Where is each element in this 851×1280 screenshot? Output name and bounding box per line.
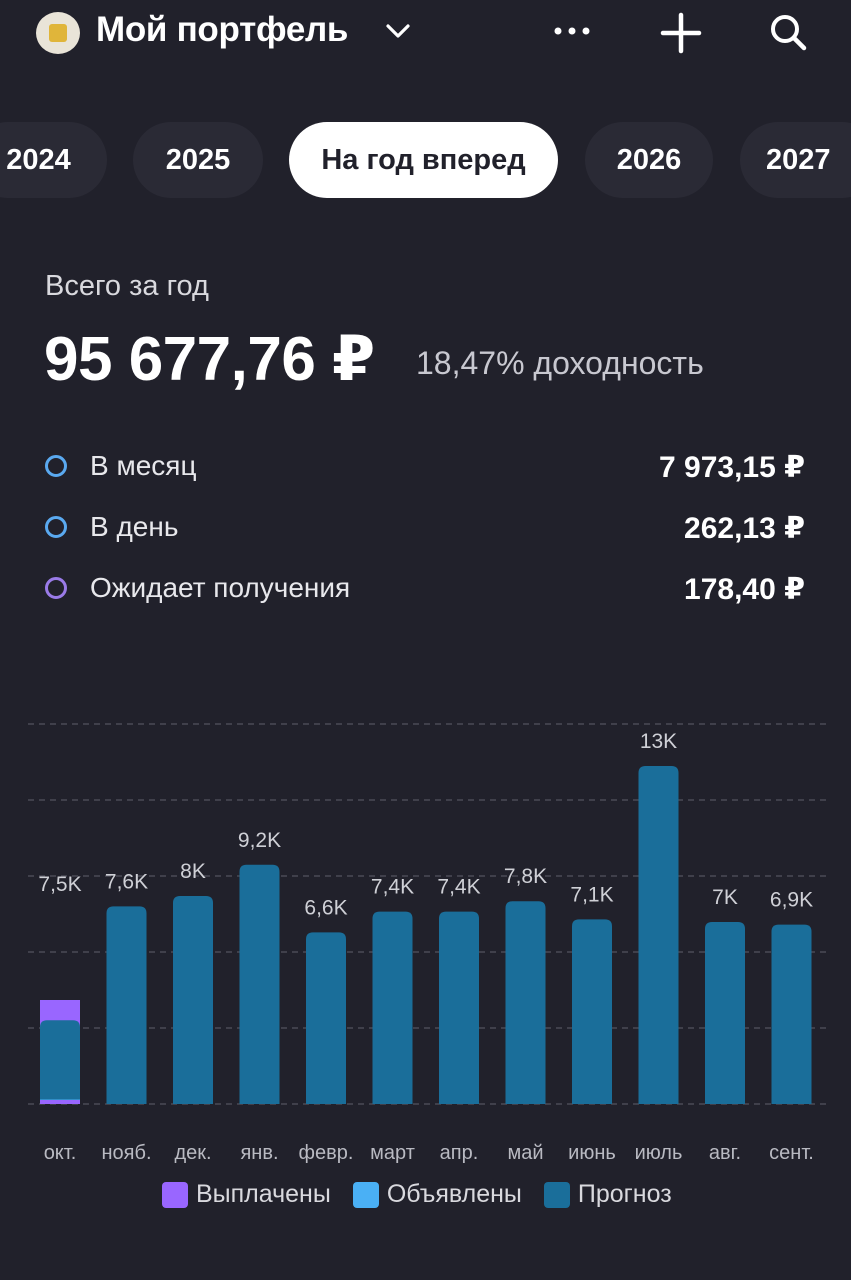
month-tick-label: март (370, 1142, 415, 1164)
month-tick-label: апр. (440, 1142, 479, 1164)
stat-row-day: В день 262,13 ₽ (45, 511, 805, 551)
tab-2026[interactable]: 2026 (585, 122, 713, 198)
month-tick-label: июль (635, 1142, 683, 1164)
legend-item-announced[interactable]: Объявлены (352, 1180, 522, 1209)
circle-icon (45, 455, 67, 477)
stat-value: 262,13 ₽ (684, 512, 805, 545)
legend-swatch (543, 1181, 570, 1208)
total-value: 95 677,76 ₽ (44, 325, 375, 394)
bar-data-label: 7,4K (437, 876, 480, 899)
bar-Прогноз (173, 896, 213, 1104)
bar-Прогноз (439, 911, 479, 1104)
stat-label: В месяц (90, 450, 197, 481)
circle-icon (45, 516, 67, 538)
bar-Прогноз (40, 1020, 80, 1100)
legend-swatch (162, 1181, 188, 1208)
month-tick-label: нояб. (101, 1142, 151, 1164)
bar-Прогноз (306, 932, 346, 1104)
bar-data-label: 6,9K (770, 889, 813, 912)
bar-data-label: 9,2K (238, 829, 281, 852)
more-icon[interactable] (552, 16, 592, 46)
tab-year-ahead[interactable]: На год вперед (289, 122, 558, 198)
stat-label: В день (90, 511, 179, 542)
bar-data-label: 7,5K (38, 873, 81, 896)
bar-data-label: 7,4K (371, 876, 414, 899)
yield-text: 18,47% доходность (416, 345, 704, 381)
legend-swatch (352, 1181, 379, 1208)
plus-icon[interactable] (660, 12, 702, 54)
bar-Прогноз (372, 911, 413, 1104)
search-icon[interactable] (768, 12, 808, 52)
month-tick-label: янв. (240, 1142, 278, 1164)
bar-Прогноз (638, 766, 679, 1104)
bar-data-label: 13K (640, 730, 677, 753)
tab-2024[interactable]: 2024 (0, 122, 107, 198)
stat-label: Ожидает получения (90, 572, 351, 603)
app-logo (36, 12, 80, 54)
bar-Прогноз (505, 901, 546, 1104)
stat-row-pending: Ожидает получения 178,40 ₽ (45, 572, 805, 612)
bar-data-label: 7,1K (570, 883, 613, 906)
chevron-down-icon[interactable] (384, 20, 412, 42)
month-tick-label: окт. (44, 1142, 77, 1164)
tab-2027[interactable]: 2027 (740, 122, 851, 198)
stat-value: 7 973,15 ₽ (659, 451, 805, 484)
month-tick-label: сент. (769, 1142, 814, 1164)
stat-row-month: В месяц 7 973,15 ₽ (45, 450, 805, 490)
legend-item-paid[interactable]: Выплачены (162, 1180, 331, 1209)
bar-data-label: 6,6K (304, 896, 347, 919)
bar-data-label: 7K (712, 886, 738, 909)
month-tick-label: июнь (568, 1142, 616, 1164)
bar-Прогноз (705, 922, 745, 1104)
bar-Прогноз (106, 906, 147, 1104)
bar-data-label: 7,6K (105, 870, 148, 893)
total-label: Всего за год (45, 270, 209, 302)
bar-Прогноз (239, 864, 280, 1104)
chart-legend: Выплачены Объявлены Прогноз (162, 1180, 672, 1209)
month-tick-label: февр. (299, 1142, 354, 1164)
stat-value: 178,40 ₽ (684, 573, 805, 606)
month-tick-label: авг. (709, 1142, 741, 1164)
bar-Прогноз (572, 919, 612, 1104)
bar-Прогноз (771, 924, 812, 1104)
tab-2025[interactable]: 2025 (133, 122, 263, 198)
portfolio-title[interactable]: Мой портфель (96, 10, 348, 50)
month-tick-label: май (507, 1142, 543, 1164)
circle-icon (45, 577, 67, 599)
bar-data-label: 8K (180, 860, 206, 883)
month-tick-label: дек. (174, 1142, 211, 1164)
legend-item-forecast[interactable]: Прогноз (543, 1180, 672, 1209)
bar-data-label: 7,8K (504, 865, 547, 888)
dividends-bar-chart: 7,5K окт. 7,6K нояб. 8K дек. 9,2K янв. 6,6K февр.… (28, 723, 826, 1164)
